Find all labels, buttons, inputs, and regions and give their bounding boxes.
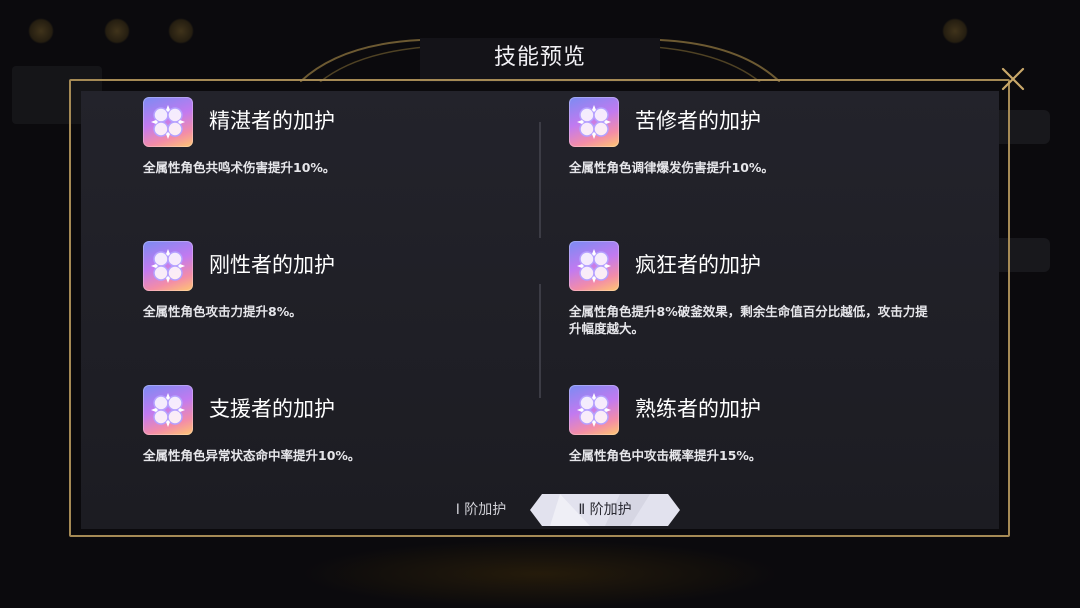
background-icon [28, 18, 54, 44]
tab-label: Ⅰ 阶加护 [455, 502, 507, 518]
column-divider [539, 122, 541, 238]
column-divider [539, 284, 541, 398]
close-button[interactable] [998, 64, 1028, 94]
tab-tier-2[interactable]: Ⅱ 阶加护 [530, 494, 680, 526]
skill-description: 全属性角色提升8%破釜效果，剩余生命值百分比越低，攻击力提升幅度越大。 [569, 304, 928, 336]
skill-description: 全属性角色共鸣术伤害提升10%。 [143, 160, 336, 175]
background-icon [168, 18, 194, 44]
skill-name: 苦修者的加护 [635, 109, 761, 133]
skill-name: 精湛者的加护 [209, 109, 335, 133]
four-orb-emblem-icon [143, 241, 193, 291]
skill-name: 疯狂者的加护 [635, 253, 761, 277]
skill-description: 全属性角色异常状态命中率提升10%。 [143, 448, 361, 463]
close-x-icon [1001, 67, 1025, 91]
skill-description: 全属性角色调律爆发伤害提升10%。 [569, 160, 774, 175]
four-orb-emblem-icon [569, 241, 619, 291]
modal-title: 技能预览 [493, 45, 586, 70]
four-orb-emblem-icon [569, 385, 619, 435]
skill-description: 全属性角色攻击力提升8%。 [143, 304, 302, 319]
tab-tier-1[interactable]: Ⅰ 阶加护 [436, 494, 526, 526]
four-orb-emblem-icon [569, 97, 619, 147]
background-icon [942, 18, 968, 44]
tab-label: Ⅱ 阶加护 [578, 502, 632, 518]
skill-name: 熟练者的加护 [635, 397, 761, 421]
background-glow [300, 540, 780, 608]
skill-description: 全属性角色中攻击概率提升15%。 [569, 448, 762, 463]
skill-name: 刚性者的加护 [209, 253, 335, 277]
background-icon [104, 18, 130, 44]
skill-name: 支援者的加护 [209, 397, 335, 421]
four-orb-emblem-icon [143, 385, 193, 435]
four-orb-emblem-icon [143, 97, 193, 147]
